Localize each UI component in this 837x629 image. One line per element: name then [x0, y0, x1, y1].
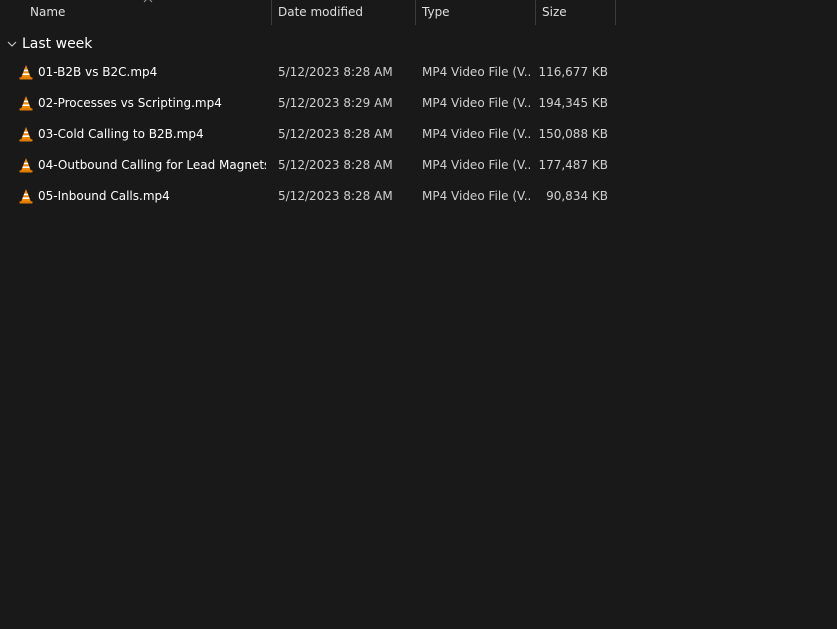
file-name: 02-Processes vs Scripting.mp4 — [38, 96, 222, 110]
file-list: 01-B2B vs B2C.mp4 5/12/2023 8:28 AM MP4 … — [0, 57, 616, 212]
file-row[interactable]: 01-B2B vs B2C.mp4 5/12/2023 8:28 AM MP4 … — [0, 57, 616, 88]
group-header-last-week[interactable]: Last week — [0, 32, 92, 56]
column-header-type[interactable]: Type — [416, 0, 536, 25]
file-size: 177,487 KB — [538, 158, 608, 172]
file-size: 150,088 KB — [538, 127, 608, 141]
file-date-modified: 5/12/2023 8:28 AM — [278, 65, 393, 79]
file-type: MP4 Video File (V... — [422, 127, 530, 141]
column-header-size[interactable]: Size — [536, 0, 616, 25]
column-header-size-label: Size — [542, 5, 567, 19]
chevron-down-icon[interactable] — [6, 38, 18, 50]
file-size: 90,834 KB — [546, 189, 608, 203]
column-header-row: Name Date modified Type Size — [0, 0, 616, 25]
file-name: 01-B2B vs B2C.mp4 — [38, 65, 158, 79]
file-row[interactable]: 02-Processes vs Scripting.mp4 5/12/2023 … — [0, 88, 616, 119]
file-date-modified: 5/12/2023 8:28 AM — [278, 189, 393, 203]
vlc-cone-icon — [19, 158, 33, 173]
file-explorer-details-view: Name Date modified Type Size Last week 0… — [0, 0, 837, 629]
column-header-name-label: Name — [30, 5, 66, 19]
file-type: MP4 Video File (V... — [422, 96, 530, 110]
vlc-cone-icon — [19, 65, 33, 80]
vlc-cone-icon — [19, 189, 33, 204]
file-size: 116,677 KB — [538, 65, 608, 79]
file-date-modified: 5/12/2023 8:28 AM — [278, 127, 393, 141]
file-date-modified: 5/12/2023 8:28 AM — [278, 158, 393, 172]
file-row[interactable]: 05-Inbound Calls.mp4 5/12/2023 8:28 AM M… — [0, 181, 616, 212]
file-name: 03-Cold Calling to B2B.mp4 — [38, 127, 204, 141]
column-divider[interactable] — [615, 0, 616, 25]
file-name: 04-Outbound Calling for Lead Magnets.... — [38, 158, 266, 172]
file-type: MP4 Video File (V... — [422, 158, 530, 172]
sort-ascending-caret-icon — [143, 0, 153, 3]
column-header-date-modified[interactable]: Date modified — [272, 0, 416, 25]
vlc-cone-icon — [19, 96, 33, 111]
column-header-type-label: Type — [422, 5, 450, 19]
file-row[interactable]: 04-Outbound Calling for Lead Magnets....… — [0, 150, 616, 181]
file-row[interactable]: 03-Cold Calling to B2B.mp4 5/12/2023 8:2… — [0, 119, 616, 150]
empty-list-area[interactable] — [0, 212, 837, 629]
file-type: MP4 Video File (V... — [422, 65, 530, 79]
file-size: 194,345 KB — [538, 96, 608, 110]
column-header-name[interactable]: Name — [0, 0, 272, 25]
group-title: Last week — [22, 36, 93, 52]
file-type: MP4 Video File (V... — [422, 189, 530, 203]
vlc-cone-icon — [19, 127, 33, 142]
file-name: 05-Inbound Calls.mp4 — [38, 189, 170, 203]
column-header-date-modified-label: Date modified — [278, 5, 364, 19]
file-date-modified: 5/12/2023 8:29 AM — [278, 96, 393, 110]
